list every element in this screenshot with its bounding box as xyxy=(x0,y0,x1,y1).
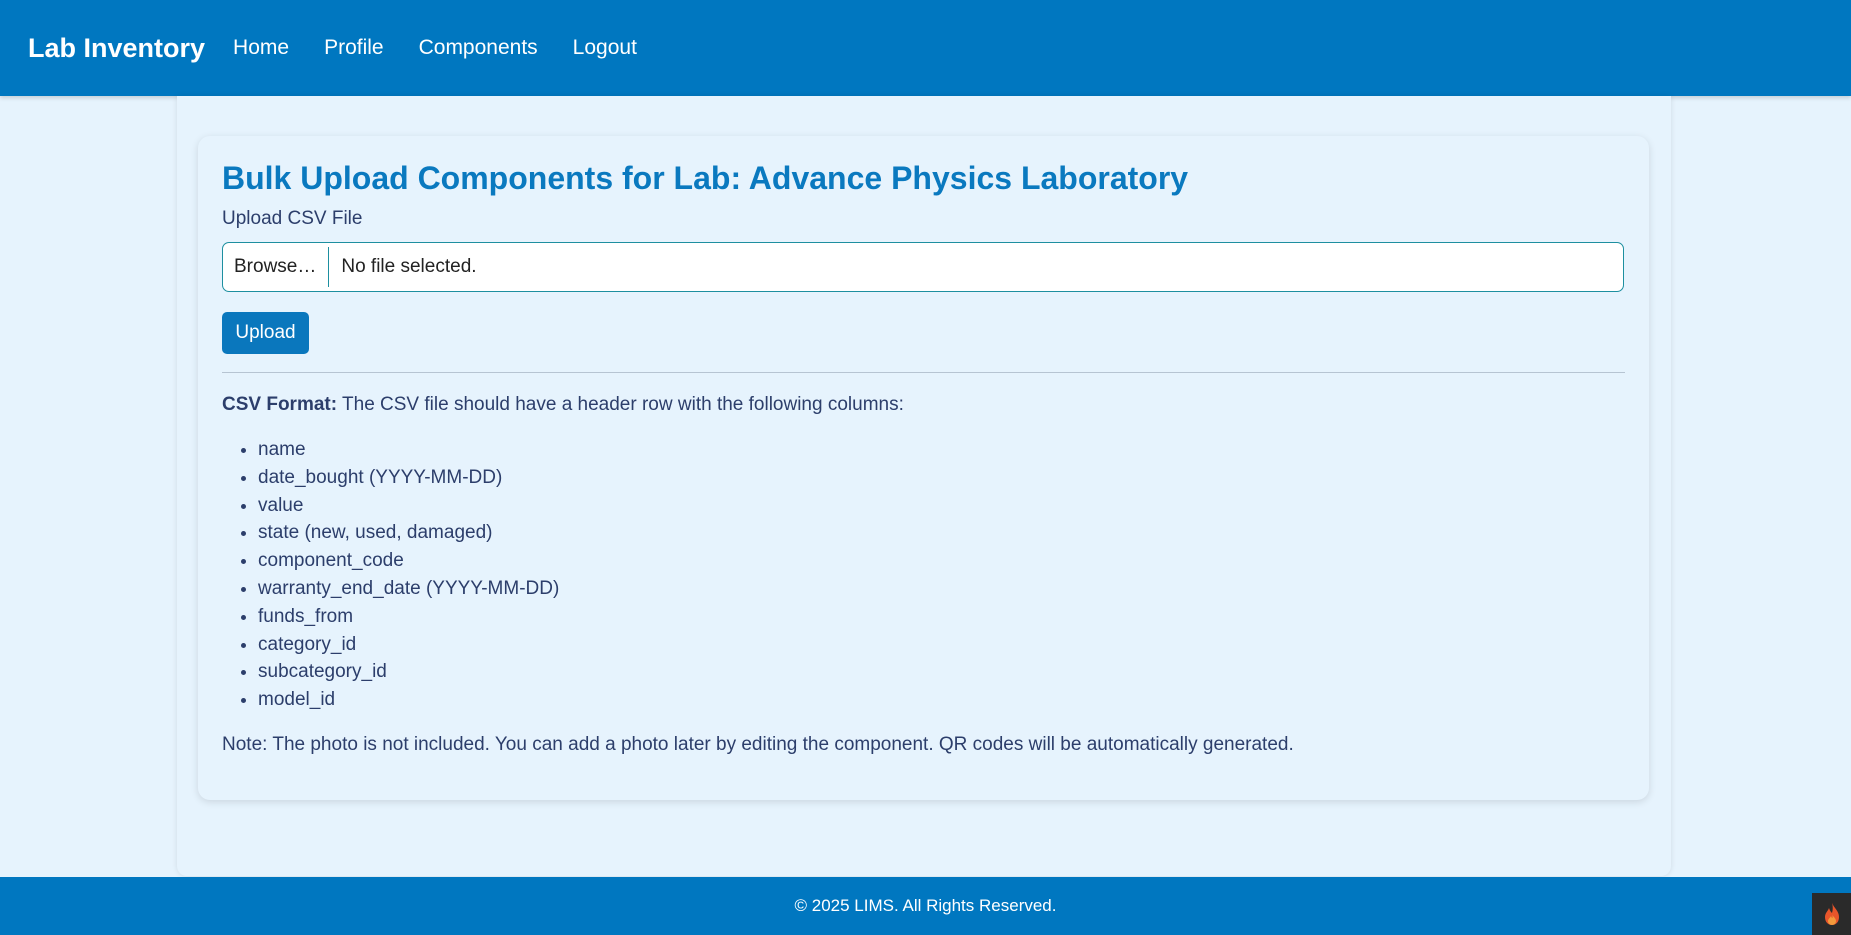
list-item: date_bought (YYYY-MM-DD) xyxy=(258,464,559,492)
list-item: funds_from xyxy=(258,603,559,631)
list-item: model_id xyxy=(258,686,559,714)
csv-format-label: CSV Format: xyxy=(222,394,338,415)
list-item: state (new, used, damaged) xyxy=(258,519,559,547)
upload-csv-label: Upload CSV File xyxy=(222,208,363,229)
page-title: Bulk Upload Components for Lab: Advance … xyxy=(222,160,1189,196)
list-item: value xyxy=(258,492,559,520)
flame-icon xyxy=(1824,903,1839,925)
footer-copyright: © 2025 LIMS. All Rights Reserved. xyxy=(794,896,1057,915)
top-navbar: Lab Inventory Home Profile Components Lo… xyxy=(0,0,1851,96)
upload-button[interactable]: Upload xyxy=(222,312,309,354)
list-item: component_code xyxy=(258,547,559,575)
nav-link-logout[interactable]: Logout xyxy=(573,36,637,60)
csv-columns-list: name date_bought (YYYY-MM-DD) value stat… xyxy=(222,436,559,714)
nav-link-components[interactable]: Components xyxy=(419,36,538,60)
upload-card: Bulk Upload Components for Lab: Advance … xyxy=(198,136,1649,800)
nav-link-home[interactable]: Home xyxy=(233,36,289,60)
brand-link[interactable]: Lab Inventory xyxy=(28,33,205,64)
list-item: name xyxy=(258,436,559,464)
list-item: warranty_end_date (YYYY-MM-DD) xyxy=(258,575,559,603)
browse-button[interactable]: Browse… xyxy=(223,247,330,287)
list-item: category_id xyxy=(258,631,559,659)
list-item: subcategory_id xyxy=(258,658,559,686)
note-text: Note: The photo is not included. You can… xyxy=(222,734,1294,755)
page-footer: © 2025 LIMS. All Rights Reserved. xyxy=(0,877,1851,935)
file-status-text: No file selected. xyxy=(341,256,477,277)
divider xyxy=(222,372,1625,373)
nav-link-profile[interactable]: Profile xyxy=(324,36,384,60)
csv-format-description: CSV Format: The CSV file should have a h… xyxy=(222,394,904,416)
csv-format-text: The CSV file should have a header row wi… xyxy=(342,394,904,415)
flame-badge[interactable] xyxy=(1812,893,1851,935)
csv-file-input[interactable]: Browse… No file selected. xyxy=(222,242,1624,292)
